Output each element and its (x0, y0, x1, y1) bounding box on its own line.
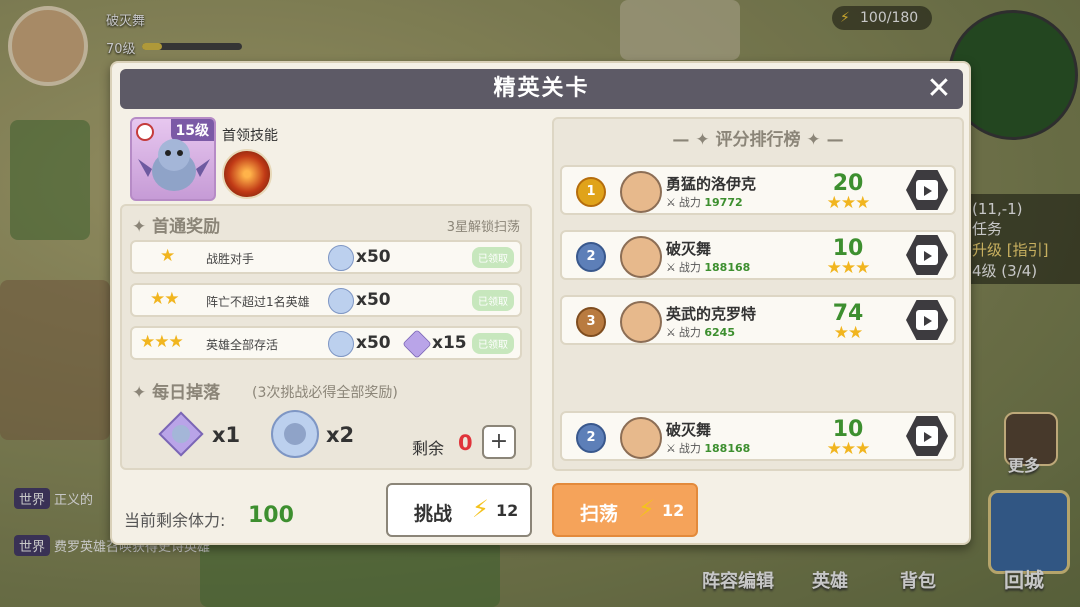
power-info: ⚔ 战力 19772 (666, 196, 743, 209)
star-icon: ★★★ (826, 193, 871, 213)
remain-label: 剩余 (412, 439, 445, 458)
power-info: ⚔ 战力 188168 (666, 261, 751, 274)
ranking-row[interactable]: 3 英武的克罗特 ⚔ 战力 6245 74 ★★ (560, 295, 956, 345)
power-info: ⚔ 战力 188168 (666, 442, 751, 455)
player-name: 破灭舞 (666, 240, 712, 258)
close-icon[interactable]: ✕ (925, 74, 953, 104)
reward-qty: x15 (432, 333, 467, 353)
puzzle-piece-icon[interactable] (156, 409, 206, 459)
claimed-badge: 已领取 (472, 247, 514, 268)
rank-medal-icon: 3 (576, 307, 606, 337)
reward-qty: x50 (356, 290, 391, 310)
first-clear-subtitle: 3星解锁扫荡 (446, 220, 520, 235)
sweep-cost: 12 (662, 501, 685, 520)
crossed-swords-icon: ⚔ (666, 196, 676, 209)
stamina-value: 100 (248, 503, 294, 528)
star-icon: ★★ (833, 323, 863, 343)
my-ranking-row[interactable]: 2 破灭舞 ⚔ 战力 188168 10 ★★★ (560, 411, 956, 461)
avatar (620, 417, 662, 459)
reward-condition: 战胜对手 (206, 252, 255, 266)
dragon-token-icon[interactable] (270, 409, 320, 459)
player-name: 勇猛的洛伊克 (666, 175, 757, 193)
star-icon: ★★★ (826, 258, 871, 278)
modal-header: 精英关卡 ✕ (120, 69, 963, 109)
replay-video-icon[interactable] (906, 170, 948, 210)
ranking-row[interactable]: 1 勇猛的洛伊克 ⚔ 战力 19772 20 ★★★ (560, 165, 956, 215)
challenge-label: 挑战 (414, 503, 453, 525)
reward-row: ★★ 阵亡不超过1名英雄 x50 已领取 (130, 283, 522, 317)
star-icon: ★★ (150, 289, 180, 309)
player-name: 英武的克罗特 (666, 305, 757, 323)
claimed-badge: 已领取 (472, 290, 514, 311)
fire-skill-icon[interactable] (222, 149, 272, 199)
avatar (620, 301, 662, 343)
elite-stage-modal: 精英关卡 ✕ 15级 首领技能 ✦ 首通奖励 3星解锁扫荡 ★ 战胜对手 x50… (110, 61, 971, 545)
modal-title: 精英关卡 (493, 76, 590, 101)
dragon-token-icon[interactable] (328, 245, 354, 271)
ranking-panel: — ✦ 评分排行榜 ✦ — 1 勇猛的洛伊克 ⚔ 战力 19772 20 ★★★ … (552, 117, 964, 471)
reward-qty: x50 (356, 247, 391, 267)
first-clear-title: ✦ 首通奖励 (132, 217, 221, 237)
reward-row: ★★★ 英雄全部存活 x50 x15 已领取 (130, 326, 522, 360)
crossed-swords-icon: ⚔ (666, 442, 676, 455)
add-attempts-button[interactable]: + (482, 425, 516, 459)
crossed-swords-icon: ⚔ (666, 261, 676, 274)
ranking-row[interactable]: 2 破灭舞 ⚔ 战力 188168 10 ★★★ (560, 230, 956, 280)
crossed-swords-icon: ⚔ (666, 326, 676, 339)
replay-video-icon[interactable] (906, 235, 948, 275)
lightning-icon: ⚡ (638, 495, 655, 523)
daily-drop-subtitle: (3次挑战必得全部奖励) (252, 385, 398, 401)
challenge-button[interactable]: 挑战 ⚡ 12 (386, 483, 532, 537)
reward-row: ★ 战胜对手 x50 已领取 (130, 240, 522, 274)
replay-video-icon[interactable] (906, 300, 948, 340)
reward-condition: 英雄全部存活 (206, 338, 279, 352)
rank-medal-icon: 1 (576, 177, 606, 207)
boss-portrait[interactable]: 15级 (130, 117, 216, 201)
player-name: 破灭舞 (666, 421, 712, 439)
star-icon: ★ (160, 246, 175, 266)
daily-item-qty: x2 (326, 423, 355, 447)
power-info: ⚔ 战力 6245 (666, 326, 735, 339)
dragon-token-icon[interactable] (328, 288, 354, 314)
daily-drop-title: ✦ 每日掉落 (132, 383, 221, 403)
reward-qty: x50 (356, 333, 391, 353)
sweep-label: 扫荡 (580, 503, 619, 525)
replay-video-icon[interactable] (906, 416, 948, 456)
reward-condition: 阵亡不超过1名英雄 (206, 295, 310, 309)
boss-skill-label: 首领技能 (222, 128, 278, 144)
dragon-icon (138, 139, 210, 191)
star-icon: ★★★ (826, 439, 871, 459)
rank-medal-icon: 2 (576, 423, 606, 453)
challenge-cost: 12 (496, 501, 519, 520)
avatar (620, 236, 662, 278)
sweep-button[interactable]: 扫荡 ⚡ 12 (552, 483, 698, 537)
ranking-title: — ✦ 评分排行榜 ✦ — (672, 130, 844, 150)
daily-item-qty: x1 (212, 423, 241, 447)
puzzle-piece-icon[interactable] (402, 329, 432, 359)
rank-medal-icon: 2 (576, 242, 606, 272)
avatar (620, 171, 662, 213)
lightning-icon: ⚡ (472, 495, 489, 523)
stamina-label: 当前剩余体力: (124, 511, 226, 530)
dragon-token-icon[interactable] (328, 331, 354, 357)
claimed-badge: 已领取 (472, 333, 514, 354)
star-icon: ★★★ (140, 332, 184, 352)
remain-value: 0 (458, 431, 473, 455)
